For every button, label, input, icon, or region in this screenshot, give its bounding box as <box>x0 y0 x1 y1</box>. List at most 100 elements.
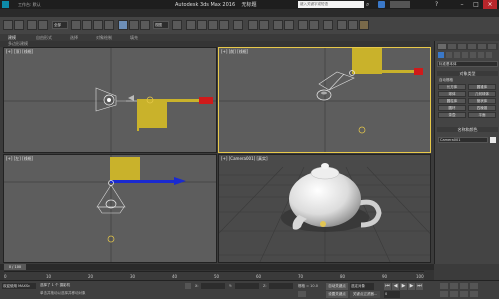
graphite-icon[interactable] <box>284 20 294 30</box>
angle-snap-icon[interactable] <box>197 20 207 30</box>
pan-icon[interactable] <box>450 291 458 297</box>
object-name-field[interactable]: Camera001 <box>438 137 488 143</box>
named-selection-icon[interactable] <box>233 20 243 30</box>
prev-frame-icon[interactable]: ◀ <box>392 283 399 290</box>
rollout-name-color[interactable]: 名称和颜色 <box>437 127 498 132</box>
time-slider[interactable]: 0 / 100 <box>0 264 434 270</box>
create-tab-icon[interactable] <box>438 44 446 49</box>
select-by-name-icon[interactable] <box>82 20 92 30</box>
maxscript-listener[interactable]: 欢迎使用 MAXSc <box>2 283 36 289</box>
auto-key-button[interactable]: 自动关键点 <box>326 283 348 290</box>
help-icon[interactable]: ? <box>435 1 445 8</box>
zoom-all-icon[interactable] <box>450 283 458 289</box>
hierarchy-tab-icon[interactable] <box>458 44 466 49</box>
shapes-icon[interactable] <box>446 52 452 58</box>
coord-y-field[interactable] <box>235 283 259 289</box>
box-button[interactable]: 长方体 <box>438 84 466 90</box>
undo-icon[interactable] <box>3 20 13 30</box>
viewport-camera[interactable]: [+] [Camera001] [真实] <box>218 154 431 263</box>
reference-coord-dropdown[interactable]: 视图 <box>153 21 169 29</box>
minimize-button[interactable]: – <box>455 0 469 9</box>
cameras-icon[interactable] <box>462 52 468 58</box>
systems-icon[interactable] <box>486 52 492 58</box>
schematic-icon[interactable] <box>309 20 319 30</box>
rollout-object-type[interactable]: 对象类型 <box>437 71 498 76</box>
timeline-ruler[interactable]: 0 10 20 30 40 50 60 70 80 90 100 <box>4 271 424 280</box>
search-icon[interactable]: ⌕ <box>366 1 373 8</box>
play-icon[interactable]: ▶ <box>400 283 407 290</box>
render-teapot-icon[interactable] <box>359 20 369 30</box>
torus-button[interactable]: 圆环 <box>438 105 466 111</box>
sphere-button[interactable]: 球体 <box>438 91 466 97</box>
percent-snap-icon[interactable] <box>208 20 218 30</box>
snap-icon[interactable] <box>186 20 196 30</box>
coord-x-field[interactable] <box>201 283 225 289</box>
goto-end-icon[interactable]: ⏭ <box>416 283 423 290</box>
key-filters-button[interactable]: 关键点过滤器... <box>350 291 380 298</box>
next-frame-icon[interactable]: ▶ <box>408 283 415 290</box>
rect-select-icon[interactable] <box>93 20 103 30</box>
tube-button[interactable]: 管状体 <box>468 98 496 104</box>
pyramid-button[interactable]: 四棱锥 <box>468 105 496 111</box>
add-time-tag-icon[interactable] <box>298 291 306 297</box>
geosphere-button[interactable]: 几何球体 <box>468 91 496 97</box>
autogrid-checkbox[interactable]: 自动栅格 <box>439 78 453 83</box>
orbit-icon[interactable] <box>460 291 468 297</box>
ribbon-tabs: 建模 自由形式 选择 对象绘制 填充 <box>0 34 499 41</box>
zoom-icon[interactable] <box>440 283 448 289</box>
search-input[interactable]: 键入关键字或短语 <box>298 1 364 8</box>
zoom-extents-all-icon[interactable] <box>470 283 478 289</box>
goto-start-icon[interactable]: ⏮ <box>384 283 391 290</box>
maximize-button[interactable]: □ <box>469 0 483 9</box>
app-logo-icon[interactable] <box>2 1 9 8</box>
window-crossing-icon[interactable] <box>104 20 114 30</box>
coord-z-field[interactable] <box>269 283 293 289</box>
set-key-button[interactable]: 设置关键点 <box>326 291 348 298</box>
current-frame-field[interactable]: 0 <box>384 291 400 298</box>
selected-object-dropdown[interactable]: 选定对象 <box>350 283 374 290</box>
lock-selection-icon[interactable] <box>185 283 191 289</box>
render-frame-icon[interactable] <box>348 20 358 30</box>
geometry-icon[interactable] <box>438 52 444 58</box>
align-icon[interactable] <box>259 20 269 30</box>
viewport-top[interactable]: [+] [顶] [线框] <box>3 47 217 153</box>
viewport-left[interactable]: [+] [左] [线框] <box>3 154 217 263</box>
unlink-icon[interactable] <box>38 20 48 30</box>
move-icon[interactable] <box>118 20 128 30</box>
material-editor-icon[interactable] <box>323 20 333 30</box>
helpers-icon[interactable] <box>470 52 476 58</box>
rotate-icon[interactable] <box>129 20 139 30</box>
layer-manager-icon[interactable] <box>273 20 283 30</box>
workspace-label[interactable]: 工作台: 默认 <box>18 2 41 8</box>
modify-tab-icon[interactable] <box>448 44 456 49</box>
plane-button[interactable]: 平面 <box>468 112 496 118</box>
selection-filter-dropdown[interactable]: 全部 <box>52 21 68 29</box>
viewport-front[interactable]: [+] [前] [线框] <box>218 47 431 153</box>
close-button[interactable]: × <box>483 0 497 9</box>
mirror-icon[interactable] <box>248 20 258 30</box>
object-color-swatch[interactable] <box>490 137 496 143</box>
signin-button[interactable] <box>390 1 410 8</box>
link-icon[interactable] <box>27 20 37 30</box>
primitive-type-dropdown[interactable]: 标准基本体 <box>437 61 498 67</box>
display-tab-icon[interactable] <box>478 44 486 49</box>
user-icon[interactable] <box>378 1 385 8</box>
motion-tab-icon[interactable] <box>468 44 476 49</box>
curve-editor-icon[interactable] <box>298 20 308 30</box>
fov-icon[interactable] <box>440 291 448 297</box>
select-object-icon[interactable] <box>71 20 81 30</box>
teapot-button[interactable]: 茶壶 <box>438 112 466 118</box>
cone-button[interactable]: 圆锥体 <box>468 84 496 90</box>
pivot-icon[interactable] <box>172 20 182 30</box>
scale-icon[interactable] <box>140 20 150 30</box>
spinner-snap-icon[interactable] <box>219 20 229 30</box>
maximize-viewport-icon[interactable] <box>470 291 478 297</box>
lights-icon[interactable] <box>454 52 460 58</box>
render-setup-icon[interactable] <box>337 20 347 30</box>
utilities-tab-icon[interactable] <box>488 44 496 49</box>
redo-icon[interactable] <box>14 20 24 30</box>
zoom-extents-icon[interactable] <box>460 283 468 289</box>
cylinder-button[interactable]: 圆柱体 <box>438 98 466 104</box>
spacewarps-icon[interactable] <box>478 52 484 58</box>
time-slider-thumb[interactable]: 0 / 100 <box>4 264 26 270</box>
